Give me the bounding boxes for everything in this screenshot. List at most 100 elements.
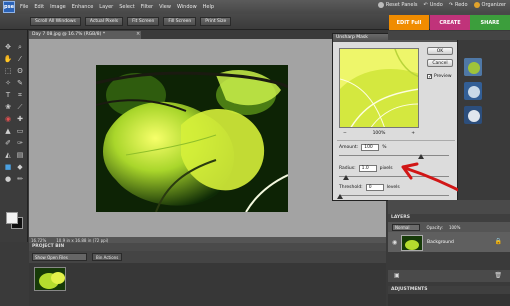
document-tab[interactable]: Day 7 08.jpg @ 16.7% (RGB/8) * [29,31,141,39]
move-tool-icon[interactable]: ✥ [3,42,13,52]
app-logo: pse [3,1,15,13]
undo-icon: ↶ [423,2,428,8]
straighten-tool-icon[interactable]: ⟋ [15,102,25,112]
amount-slider-thumb[interactable] [418,154,424,159]
paint-bucket-tool-icon[interactable]: ◭ [3,150,13,160]
layer-visibility-eye-icon[interactable]: ◉ [392,239,397,246]
threshold-row: Threshold: 0 levels [339,184,400,191]
bin-actions-button[interactable]: Bin Actions [92,253,123,261]
clone-stamp-tool-icon[interactable]: ▲ [3,126,13,136]
eyedropper-tool-icon[interactable]: ⁄ [15,54,25,64]
layers-controls: Normal Opacity: 100% [388,222,510,232]
project-bin-body [29,263,386,306]
layer-lock-icon: 🔒 [494,238,502,245]
cancel-button[interactable]: Cancel [427,59,453,67]
redo-button[interactable]: ↷ Redo [449,2,468,8]
radius-slider-thumb[interactable] [343,175,349,180]
delete-layer-icon[interactable]: 🗑 [494,272,502,279]
red-eye-tool-icon[interactable]: ◉ [3,114,13,124]
tab-share[interactable]: SHARE [470,15,510,30]
menu-edit[interactable]: Edit [34,4,44,10]
crop-tool-icon[interactable]: ⌗ [15,90,25,100]
effect-thumb-3[interactable] [464,106,482,124]
effect-thumb-3-graphic [464,106,482,124]
print-size-button[interactable]: Print Size [200,17,232,26]
amount-label: Amount: [339,145,359,150]
magic-wand-tool-icon[interactable]: ✧ [3,78,13,88]
preview-checkbox[interactable]: ✓ Preview [427,74,452,80]
show-open-files-select[interactable]: Show Open Files [32,253,87,261]
blur-tool-icon[interactable]: ◆ [15,162,25,172]
layer-thumbnail-graphic [402,236,422,250]
organizer-icon [473,2,480,8]
undo-button[interactable]: ↶ Undo [424,2,443,8]
preview-checkbox-box[interactable]: ✓ [427,74,432,80]
hand-tool-icon[interactable]: ✋ [3,54,13,64]
radius-row: Radius: 1.0 pixels [339,165,393,172]
menu-view[interactable]: View [159,4,171,10]
eraser-tool-icon[interactable]: ▭ [15,126,25,136]
shape-tool-icon[interactable]: ■ [3,162,13,172]
lasso-tool-icon[interactable]: ʘ [15,66,25,76]
menu-layer[interactable]: Layer [99,4,113,10]
organizer-button[interactable]: Organizer [473,2,506,8]
menu-window[interactable]: Window [177,4,197,10]
effects-panel-header [388,31,510,40]
blend-mode-select[interactable]: Normal [392,223,421,231]
leaf-photo[interactable] [96,65,288,212]
opacity-value[interactable]: 100% [449,225,460,230]
new-layer-icon[interactable]: ▣ [394,272,400,279]
actual-pixels-button[interactable]: Actual Pixels [84,17,124,26]
effect-thumb-1-graphic [464,58,482,76]
menu-image[interactable]: Image [50,4,66,10]
document-close-icon[interactable]: × [136,31,140,37]
quick-selection-tool-icon[interactable]: ✎ [15,78,25,88]
sponge-tool-icon[interactable]: ● [3,174,13,184]
fill-screen-button[interactable]: Fill Screen [163,17,197,26]
tab-edit-full[interactable]: EDIT Full [389,15,429,30]
pencil-tool-icon[interactable]: ✏ [15,174,25,184]
threshold-slider-thumb[interactable] [337,194,343,199]
menu-file[interactable]: File [20,4,28,10]
amount-input[interactable]: 100 [361,144,380,151]
type-tool-icon[interactable]: T [3,90,13,100]
gradient-tool-icon[interactable]: ▤ [15,150,25,160]
zoom-in-icon[interactable]: + [411,131,415,136]
foreground-color-swatch[interactable] [6,212,18,224]
marquee-tool-icon[interactable]: ⬚ [3,66,13,76]
ok-button[interactable]: OK [427,47,453,55]
project-bin-header[interactable]: PROJECT BIN [29,243,386,251]
reset-panels-button[interactable]: Reset Panels [377,2,418,8]
healing-brush-tool-icon[interactable]: ✚ [15,114,25,124]
fit-screen-button[interactable]: Fit Screen [127,17,160,26]
adjustments-panel-header[interactable]: ADJUSTMENTS [388,286,510,294]
menu-filter[interactable]: Filter [141,4,153,10]
reset-panels-label: Reset Panels [385,2,418,8]
radius-input[interactable]: 1.0 [358,165,377,172]
effect-thumb-1[interactable] [464,58,482,76]
smart-brush-tool-icon[interactable]: ✑ [15,138,25,148]
filter-preview-graphic [340,49,418,127]
menu-help[interactable]: Help [203,4,214,10]
threshold-input[interactable]: 0 [365,184,384,191]
scroll-all-windows-checkbox[interactable]: Scroll All Windows [30,17,81,26]
amount-slider[interactable] [339,155,449,156]
effects-panel: Apply [458,40,510,211]
filter-preview[interactable] [339,48,419,128]
preview-zoom-value: 100% [372,131,386,136]
menu-enhance[interactable]: Enhance [72,4,94,10]
zoom-out-icon[interactable]: − [343,131,347,136]
zoom-tool-icon[interactable]: ⌕ [15,42,25,52]
reset-panels-icon [377,2,384,8]
brush-tool-icon[interactable]: ✐ [3,138,13,148]
cookie-cutter-tool-icon[interactable]: ❀ [3,102,13,112]
dialog-title: Unsharp Mask [336,35,368,40]
effect-thumb-2[interactable] [464,82,482,100]
leaf-photo-graphic [96,65,288,212]
document-info: 10.9 in x 16.88 in (72 ppi) [56,237,109,243]
tab-create[interactable]: CREATE [430,15,470,30]
menu-select[interactable]: Select [119,4,134,10]
layer-name: Background [427,240,454,245]
project-bin-thumbnail[interactable] [34,267,66,291]
layers-panel-header[interactable]: LAYERS [388,214,510,222]
